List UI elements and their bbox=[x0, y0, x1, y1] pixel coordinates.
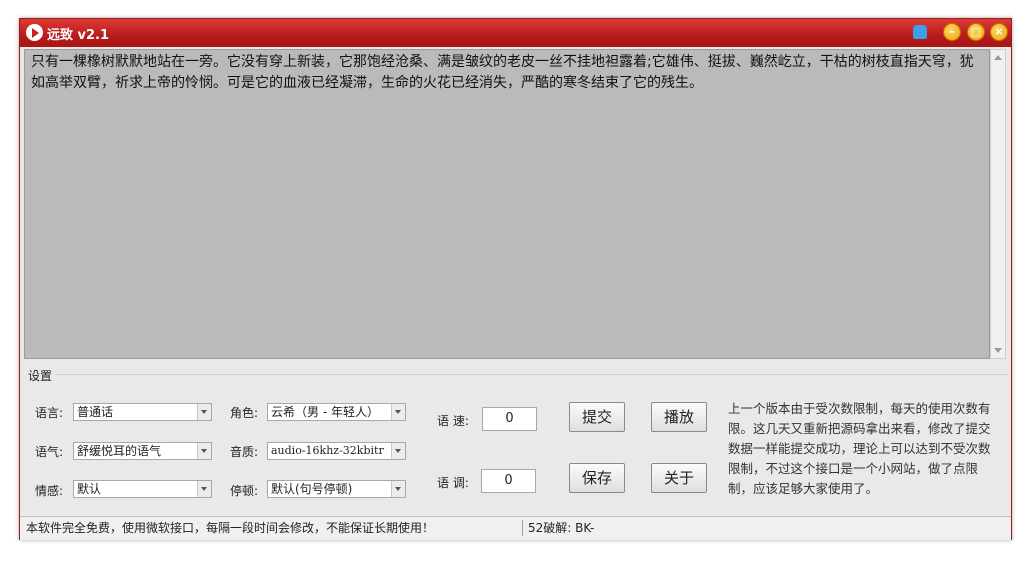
chevron-down-icon[interactable] bbox=[197, 481, 211, 497]
app-window: 远致 v2.1 – □ × 只有一棵橡树默默地站在一旁。它没有穿上新装，它那饱经… bbox=[19, 18, 1012, 540]
tone-label: 语气: bbox=[35, 445, 64, 459]
chevron-down-icon[interactable] bbox=[391, 404, 405, 420]
title-bar[interactable]: 远致 v2.1 – □ × bbox=[20, 19, 1011, 47]
chevron-down-icon[interactable] bbox=[197, 443, 211, 459]
minimize-button[interactable]: – bbox=[943, 23, 961, 41]
status-right-text: 52破解: BK- bbox=[528, 521, 595, 535]
chevron-down-icon[interactable] bbox=[391, 481, 405, 497]
scroll-up-icon[interactable] bbox=[994, 55, 1002, 60]
status-left-text: 本软件完全免费，使用微软接口，每隔一段时间会修改，不能保证长期使用！ bbox=[26, 521, 435, 535]
pitch-label: 语 调: bbox=[437, 476, 469, 490]
quality-select[interactable]: audio-16khz-32kbitr bbox=[267, 442, 406, 460]
role-select[interactable]: 云希（男 - 年轻人） bbox=[267, 403, 406, 421]
about-button[interactable]: 关于 bbox=[651, 463, 707, 493]
maximize-icon: □ bbox=[970, 25, 982, 38]
window-title: 远致 v2.1 bbox=[47, 28, 110, 43]
close-icon: × bbox=[994, 25, 1004, 38]
chevron-down-icon[interactable] bbox=[391, 443, 405, 459]
text-area-scrollbar[interactable] bbox=[990, 49, 1006, 359]
tone-value: 舒缓悦耳的语气 bbox=[77, 444, 162, 458]
submit-button[interactable]: 提交 bbox=[569, 402, 625, 432]
maximize-button[interactable]: □ bbox=[967, 23, 985, 41]
role-value: 云希（男 - 年轻人） bbox=[271, 405, 379, 419]
pause-value: 默认(句号停顿) bbox=[271, 482, 353, 496]
tone-select[interactable]: 舒缓悦耳的语气 bbox=[73, 442, 212, 460]
close-button[interactable]: × bbox=[990, 23, 1008, 41]
chevron-down-icon[interactable] bbox=[197, 404, 211, 420]
speed-label: 语 速: bbox=[437, 414, 469, 428]
pause-label: 停顿: bbox=[230, 484, 259, 498]
minimize-icon: – bbox=[949, 25, 955, 38]
settings-divider bbox=[57, 374, 1007, 375]
emotion-select[interactable]: 默认 bbox=[73, 480, 212, 498]
info-text: 上一个版本由于受次数限制，每天的使用次数有限。这几天又重新把源码拿出来看，修改了… bbox=[728, 401, 991, 496]
role-label: 角色: bbox=[230, 406, 259, 420]
emotion-label: 情感: bbox=[35, 484, 64, 498]
language-label: 语言: bbox=[35, 406, 64, 420]
input-text-area[interactable]: 只有一棵橡树默默地站在一旁。它没有穿上新装，它那饱经沧桑、满是皱纹的老皮一丝不挂… bbox=[24, 49, 990, 359]
pause-select[interactable]: 默认(句号停顿) bbox=[267, 480, 406, 498]
quality-value: audio-16khz-32kbitr bbox=[271, 444, 384, 457]
pitch-input[interactable]: 0 bbox=[481, 469, 536, 493]
play-button[interactable]: 播放 bbox=[651, 402, 707, 432]
skin-shirt-icon[interactable] bbox=[913, 25, 927, 39]
status-bar: 本软件完全免费，使用微软接口，每隔一段时间会修改，不能保证长期使用！ 52破解:… bbox=[20, 516, 1011, 540]
emotion-value: 默认 bbox=[77, 482, 102, 496]
status-separator bbox=[522, 520, 523, 536]
speed-input[interactable]: 0 bbox=[482, 407, 537, 431]
settings-group-label: 设置 bbox=[28, 369, 53, 383]
app-play-icon bbox=[26, 24, 43, 41]
language-value: 普通话 bbox=[77, 405, 114, 419]
quality-label: 音质: bbox=[230, 445, 259, 459]
language-select[interactable]: 普通话 bbox=[73, 403, 212, 421]
save-button[interactable]: 保存 bbox=[569, 463, 625, 493]
scroll-down-icon[interactable] bbox=[994, 348, 1002, 353]
